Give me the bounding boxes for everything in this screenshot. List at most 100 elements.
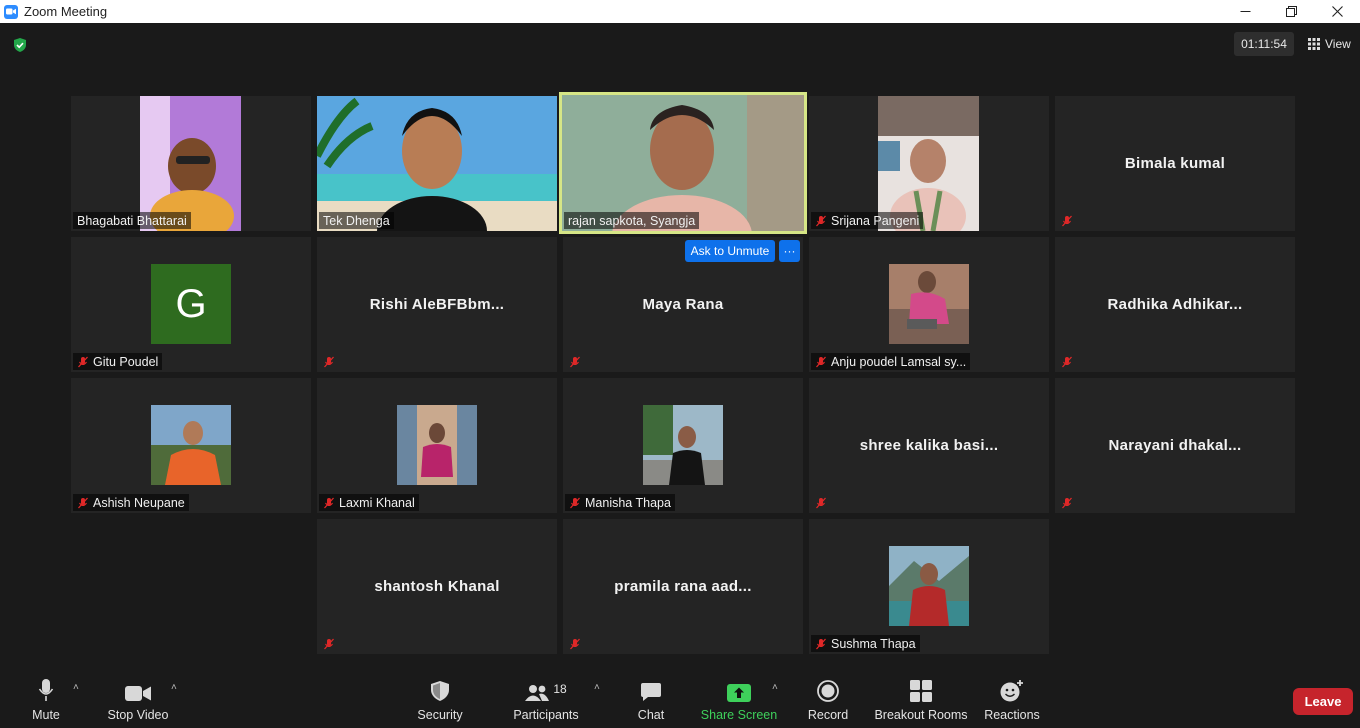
participant-tile[interactable]: Radhika Adhikar... bbox=[1055, 237, 1295, 372]
participant-photo bbox=[151, 405, 231, 485]
mute-button[interactable]: Mute bbox=[28, 676, 64, 722]
minimize-button[interactable] bbox=[1222, 0, 1268, 23]
chat-button[interactable]: Chat bbox=[632, 676, 670, 722]
muted-mic-icon bbox=[78, 497, 88, 508]
participant-tile[interactable]: G Gitu Poudel bbox=[71, 237, 311, 372]
muted-mic-icon bbox=[1062, 215, 1072, 227]
participant-avatar: G bbox=[151, 264, 231, 344]
record-button[interactable]: Record bbox=[808, 676, 848, 722]
participant-nametag: rajan sapkota, Syangja bbox=[564, 212, 700, 229]
participant-nametag: Tek Dhenga bbox=[319, 212, 394, 229]
participant-display-name: Radhika Adhikar... bbox=[1107, 296, 1243, 313]
participant-photo bbox=[397, 405, 477, 485]
participant-video bbox=[317, 96, 557, 231]
chat-bubble-icon bbox=[641, 683, 661, 701]
participant-tile[interactable]: Srijana Pangeni bbox=[809, 96, 1049, 231]
participant-video bbox=[878, 96, 979, 231]
participant-nametag: Anju poudel Lamsal sy... bbox=[811, 353, 971, 370]
participant-nametag: Bhagabati Bhattarai bbox=[73, 212, 191, 229]
participant-tile[interactable]: shantosh Khanal bbox=[317, 519, 557, 654]
muted-mic-icon bbox=[324, 497, 334, 508]
zoom-app-icon bbox=[4, 4, 18, 19]
participant-tile[interactable]: Anju poudel Lamsal sy... bbox=[809, 237, 1049, 372]
video-options-caret[interactable]: ˄ bbox=[171, 682, 177, 693]
participant-nametag: Gitu Poudel bbox=[73, 353, 163, 370]
muted-mic-icon bbox=[324, 638, 334, 650]
muted-mic-icon bbox=[570, 497, 580, 508]
window-title: Zoom Meeting bbox=[24, 4, 108, 19]
participant-tile[interactable]: Ashish Neupane bbox=[71, 378, 311, 513]
muted-mic-icon bbox=[816, 356, 826, 367]
meeting-timer: 01:11:54 bbox=[1234, 32, 1294, 56]
participant-tile[interactable]: Narayani dhakal... bbox=[1055, 378, 1295, 513]
grid-icon bbox=[1308, 38, 1320, 50]
minimize-icon bbox=[1240, 11, 1250, 12]
microphone-icon bbox=[38, 679, 54, 701]
close-icon bbox=[1331, 6, 1343, 17]
muted-mic-icon bbox=[816, 215, 826, 226]
participant-tile-active-speaker[interactable]: rajan sapkota, Syangja bbox=[559, 92, 807, 234]
participant-display-name: pramila rana aad... bbox=[614, 578, 752, 595]
participants-button[interactable]: 18 Participants bbox=[513, 676, 578, 722]
record-icon bbox=[817, 680, 839, 702]
participant-video bbox=[140, 96, 241, 231]
participant-photo bbox=[889, 546, 969, 626]
breakout-rooms-button[interactable]: Breakout Rooms bbox=[874, 676, 968, 722]
restore-button[interactable] bbox=[1268, 0, 1314, 23]
participant-photo bbox=[889, 264, 969, 344]
participant-tile[interactable]: Bhagabati Bhattarai bbox=[71, 96, 311, 231]
stop-video-button[interactable]: Stop Video bbox=[105, 676, 171, 722]
participant-tile[interactable]: Tek Dhenga bbox=[317, 96, 557, 231]
participant-tile[interactable]: Rishi AleBFBbm... bbox=[317, 237, 557, 372]
security-shield-icon bbox=[431, 681, 449, 701]
title-bar: Zoom Meeting bbox=[0, 0, 1360, 23]
leave-meeting-button[interactable]: Leave bbox=[1293, 688, 1353, 715]
muted-mic-icon bbox=[816, 497, 826, 509]
muted-mic-icon bbox=[324, 356, 334, 368]
participants-options-caret[interactable]: ˄ bbox=[594, 682, 600, 693]
breakout-rooms-icon bbox=[910, 680, 932, 702]
participants-count: 18 bbox=[553, 682, 567, 696]
participants-icon bbox=[525, 685, 550, 701]
share-options-caret[interactable]: ˄ bbox=[772, 682, 778, 693]
participant-tile[interactable]: Bimala kumal bbox=[1055, 96, 1295, 231]
participant-tile[interactable]: Manisha Thapa bbox=[563, 378, 803, 513]
ask-to-unmute-button[interactable]: Ask to Unmute bbox=[685, 240, 775, 262]
participant-tile[interactable]: shree kalika basi... bbox=[809, 378, 1049, 513]
security-button[interactable]: Security bbox=[415, 676, 465, 722]
participant-tile[interactable]: Sushma Thapa bbox=[809, 519, 1049, 654]
muted-mic-icon bbox=[78, 356, 88, 367]
participant-nametag: Laxmi Khanal bbox=[319, 494, 419, 511]
muted-mic-icon bbox=[1062, 497, 1072, 509]
share-screen-icon bbox=[727, 684, 751, 702]
participant-display-name: Rishi AleBFBbm... bbox=[369, 296, 505, 313]
muted-mic-icon bbox=[1062, 356, 1072, 368]
participant-tile[interactable]: pramila rana aad... bbox=[563, 519, 803, 654]
participant-display-name: Bimala kumal bbox=[1124, 155, 1226, 172]
restore-icon bbox=[1285, 6, 1297, 17]
participant-tile[interactable]: Laxmi Khanal bbox=[317, 378, 557, 513]
participant-nametag: Ashish Neupane bbox=[73, 494, 189, 511]
meeting-toolbar: Mute ˄ Stop Video ˄ Security 18 Particip… bbox=[0, 670, 1360, 728]
encryption-shield-icon[interactable] bbox=[12, 37, 28, 53]
close-button[interactable] bbox=[1314, 0, 1360, 23]
muted-mic-icon bbox=[570, 356, 580, 368]
reactions-smiley-icon bbox=[1000, 680, 1023, 702]
muted-mic-icon bbox=[570, 638, 580, 650]
audio-options-caret[interactable]: ˄ bbox=[73, 682, 79, 693]
participant-nametag: Manisha Thapa bbox=[565, 494, 675, 511]
participant-photo bbox=[643, 405, 723, 485]
share-screen-button[interactable]: Share Screen bbox=[701, 676, 777, 722]
more-options-button[interactable]: ··· bbox=[779, 240, 800, 262]
participant-nametag: Srijana Pangeni bbox=[811, 212, 924, 229]
participant-nametag: Sushma Thapa bbox=[811, 635, 920, 652]
participant-video bbox=[562, 95, 804, 231]
view-label: View bbox=[1325, 37, 1351, 51]
muted-mic-icon bbox=[816, 638, 826, 649]
participant-display-name: shree kalika basi... bbox=[859, 437, 999, 454]
video-camera-icon bbox=[125, 686, 151, 701]
reactions-button[interactable]: Reactions bbox=[984, 676, 1040, 722]
view-button[interactable]: View bbox=[1302, 32, 1357, 56]
participant-display-name: Narayani dhakal... bbox=[1108, 437, 1242, 454]
participant-display-name: shantosh Khanal bbox=[374, 578, 500, 595]
